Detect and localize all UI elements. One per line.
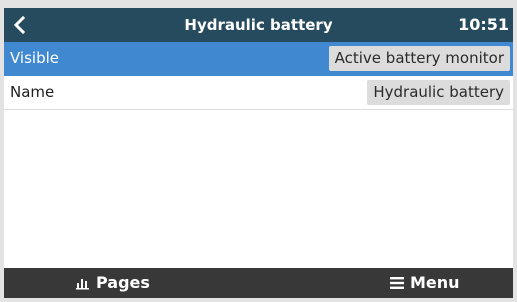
setting-row-visible[interactable]: Visible Active battery monitor [4, 42, 513, 76]
footer-bar: Pages Menu [4, 268, 513, 298]
page-title: Hydraulic battery [184, 16, 333, 34]
hamburger-icon [390, 277, 404, 289]
back-chevron-icon[interactable] [10, 15, 30, 35]
setting-label-visible: Visible [10, 49, 59, 67]
header-bar: Hydraulic battery 10:51 [4, 8, 513, 42]
menu-label: Menu [410, 273, 460, 292]
menu-button[interactable]: Menu [390, 268, 460, 298]
clock-time: 10:51 [458, 15, 509, 34]
setting-value-name[interactable]: Hydraulic battery [367, 80, 510, 105]
right-frame-edge [513, 0, 517, 302]
setting-label-name: Name [10, 83, 55, 101]
setting-row-name[interactable]: Name Hydraulic battery [4, 76, 513, 110]
pages-button[interactable]: Pages [76, 268, 150, 298]
bar-chart-icon [76, 276, 90, 290]
bottom-frame-edge [0, 298, 517, 302]
setting-value-visible[interactable]: Active battery monitor [328, 46, 510, 71]
top-frame-edge [0, 0, 517, 8]
pages-label: Pages [96, 273, 150, 292]
